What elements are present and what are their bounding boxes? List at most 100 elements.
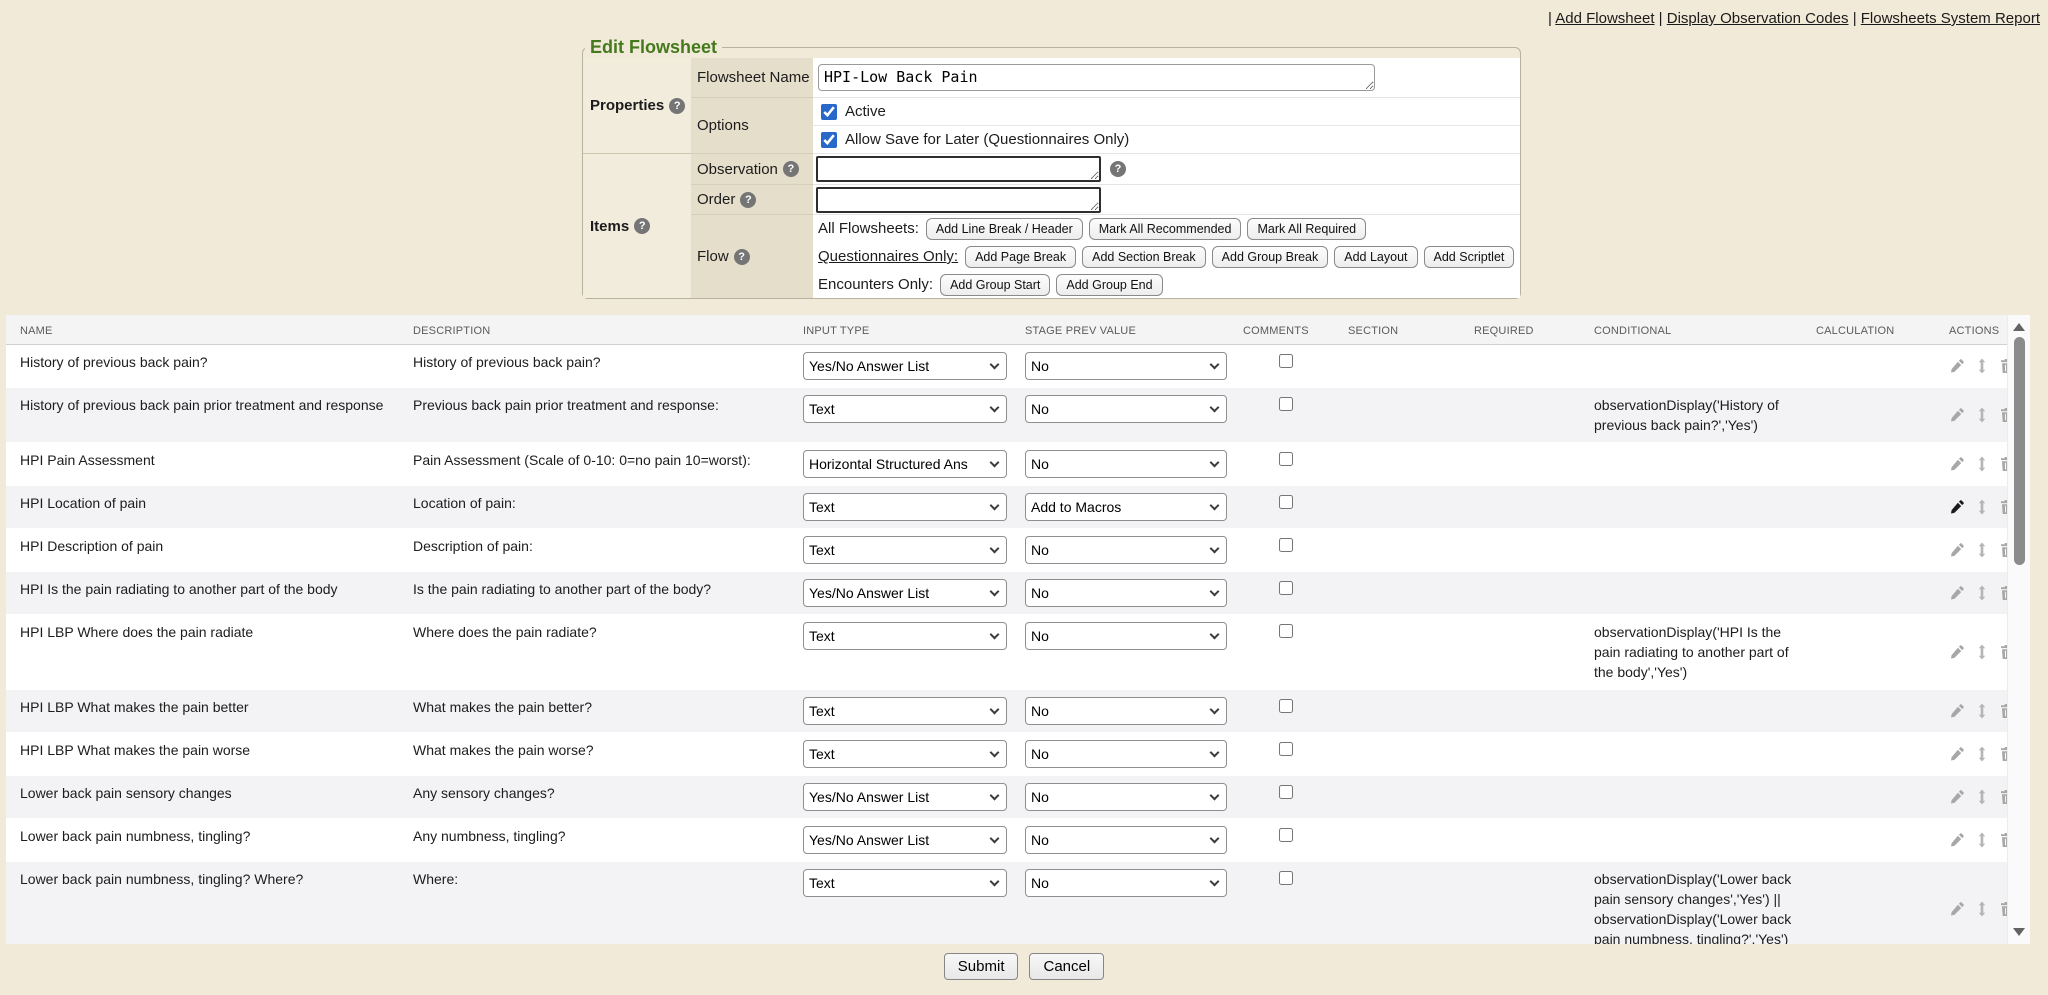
trash-icon[interactable]	[1999, 789, 2007, 805]
move-updown-icon[interactable]	[1974, 644, 1990, 660]
stage-prev-value-select[interactable]: No	[1025, 536, 1227, 564]
help-icon[interactable]: ?	[1110, 161, 1126, 177]
comments-checkbox[interactable]	[1279, 354, 1293, 368]
comments-checkbox[interactable]	[1279, 581, 1293, 595]
input-type-select[interactable]: Text	[803, 697, 1007, 725]
input-type-select[interactable]: Horizontal Structured Ans	[803, 450, 1007, 478]
stage-prev-value-select[interactable]: No	[1025, 740, 1227, 768]
input-type-select[interactable]: Yes/No Answer List	[803, 783, 1007, 811]
help-icon[interactable]: ?	[734, 249, 750, 265]
move-updown-icon[interactable]	[1974, 703, 1990, 719]
trash-icon[interactable]	[1999, 644, 2007, 660]
trash-icon[interactable]	[1999, 542, 2007, 558]
pencil-icon[interactable]	[1949, 789, 1965, 805]
pencil-icon[interactable]	[1949, 407, 1965, 423]
move-updown-icon[interactable]	[1974, 789, 1990, 805]
pencil-icon[interactable]	[1949, 358, 1965, 374]
trash-icon[interactable]	[1999, 703, 2007, 719]
comments-checkbox[interactable]	[1279, 742, 1293, 756]
comments-checkbox[interactable]	[1279, 785, 1293, 799]
input-type-select[interactable]: Yes/No Answer List	[803, 352, 1007, 380]
pencil-icon[interactable]	[1949, 832, 1965, 848]
pencil-icon[interactable]	[1949, 644, 1965, 660]
move-updown-icon[interactable]	[1974, 901, 1990, 917]
flow-action-button[interactable]: Mark All Required	[1247, 218, 1366, 240]
pencil-icon[interactable]	[1949, 456, 1965, 472]
flow-action-button[interactable]: Add Section Break	[1082, 246, 1206, 268]
help-icon[interactable]: ?	[783, 161, 799, 177]
comments-checkbox[interactable]	[1279, 397, 1293, 411]
submit-button[interactable]: Submit	[944, 953, 1019, 980]
help-icon[interactable]: ?	[740, 192, 756, 208]
scroll-down-icon[interactable]	[2013, 928, 2025, 936]
input-type-select[interactable]: Text	[803, 740, 1007, 768]
stage-prev-value-select[interactable]: No	[1025, 579, 1227, 607]
trash-icon[interactable]	[1999, 499, 2007, 515]
pencil-icon[interactable]	[1949, 901, 1965, 917]
help-icon[interactable]: ?	[634, 218, 650, 234]
input-type-select[interactable]: Text	[803, 536, 1007, 564]
scroll-up-icon[interactable]	[2013, 323, 2025, 331]
stage-prev-value-select[interactable]: No	[1025, 352, 1227, 380]
trash-icon[interactable]	[1999, 358, 2007, 374]
top-link[interactable]: Display Observation Codes	[1667, 10, 1849, 27]
move-updown-icon[interactable]	[1974, 499, 1990, 515]
move-updown-icon[interactable]	[1974, 746, 1990, 762]
input-type-select[interactable]: Text	[803, 493, 1007, 521]
flow-action-button[interactable]: Add Scriptlet	[1424, 246, 1515, 268]
trash-icon[interactable]	[1999, 901, 2007, 917]
pencil-icon[interactable]	[1949, 746, 1965, 762]
comments-checkbox[interactable]	[1279, 699, 1293, 713]
comments-checkbox[interactable]	[1279, 624, 1293, 638]
stage-prev-value-select[interactable]: Add to Macros	[1025, 493, 1227, 521]
move-updown-icon[interactable]	[1974, 407, 1990, 423]
move-updown-icon[interactable]	[1974, 832, 1990, 848]
input-type-select[interactable]: Yes/No Answer List	[803, 826, 1007, 854]
stage-prev-value-select[interactable]: No	[1025, 783, 1227, 811]
input-type-select[interactable]: Text	[803, 395, 1007, 423]
option-checkbox[interactable]	[821, 132, 837, 148]
flow-action-button[interactable]: Add Group Break	[1212, 246, 1329, 268]
comments-checkbox[interactable]	[1279, 538, 1293, 552]
cancel-button[interactable]: Cancel	[1029, 953, 1104, 980]
flowsheet-name-input[interactable]: HPI-Low Back Pain	[818, 64, 1375, 91]
flow-action-button[interactable]: Add Group Start	[940, 274, 1050, 296]
stage-prev-value-select[interactable]: No	[1025, 826, 1227, 854]
help-icon[interactable]: ?	[669, 98, 685, 114]
move-updown-icon[interactable]	[1974, 358, 1990, 374]
pencil-icon[interactable]	[1949, 703, 1965, 719]
scrollbar[interactable]	[2007, 315, 2030, 944]
stage-prev-value-select[interactable]: No	[1025, 622, 1227, 650]
flow-action-button[interactable]: Add Page Break	[965, 246, 1076, 268]
flow-action-button[interactable]: Mark All Recommended	[1089, 218, 1242, 240]
trash-icon[interactable]	[1999, 746, 2007, 762]
stage-prev-value-select[interactable]: No	[1025, 395, 1227, 423]
top-link[interactable]: Flowsheets System Report	[1861, 10, 2040, 27]
order-input[interactable]	[816, 187, 1101, 213]
stage-prev-value-select[interactable]: No	[1025, 697, 1227, 725]
comments-checkbox[interactable]	[1279, 452, 1293, 466]
input-type-select[interactable]: Text	[803, 869, 1007, 897]
flow-action-button[interactable]: Add Line Break / Header	[926, 218, 1083, 240]
trash-icon[interactable]	[1999, 407, 2007, 423]
move-updown-icon[interactable]	[1974, 456, 1990, 472]
option-checkbox[interactable]	[821, 104, 837, 120]
trash-icon[interactable]	[1999, 456, 2007, 472]
comments-checkbox[interactable]	[1279, 495, 1293, 509]
move-updown-icon[interactable]	[1974, 585, 1990, 601]
comments-checkbox[interactable]	[1279, 871, 1293, 885]
stage-prev-value-select[interactable]: No	[1025, 869, 1227, 897]
move-updown-icon[interactable]	[1974, 542, 1990, 558]
comments-checkbox[interactable]	[1279, 828, 1293, 842]
stage-prev-value-select[interactable]: No	[1025, 450, 1227, 478]
pencil-icon[interactable]	[1949, 499, 1965, 515]
flow-action-button[interactable]: Add Group End	[1056, 274, 1162, 296]
flow-action-button[interactable]: Add Layout	[1334, 246, 1417, 268]
scroll-thumb[interactable]	[2014, 337, 2025, 565]
observation-input[interactable]	[816, 156, 1101, 182]
input-type-select[interactable]: Yes/No Answer List	[803, 579, 1007, 607]
pencil-icon[interactable]	[1949, 542, 1965, 558]
trash-icon[interactable]	[1999, 832, 2007, 848]
top-link[interactable]: Add Flowsheet	[1555, 10, 1654, 27]
pencil-icon[interactable]	[1949, 585, 1965, 601]
